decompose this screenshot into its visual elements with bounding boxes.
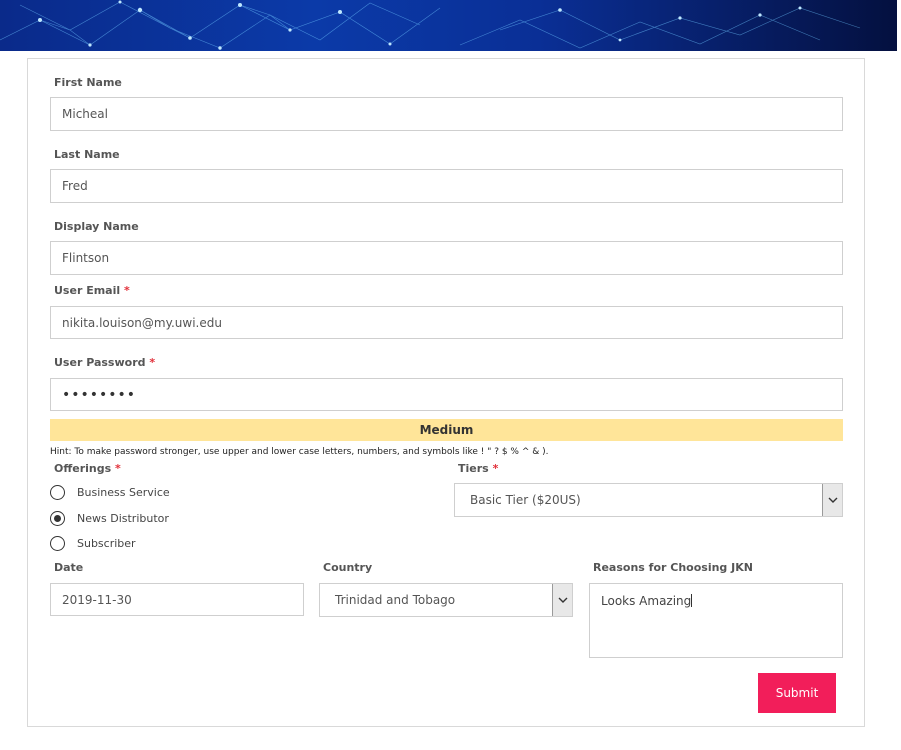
text-cursor bbox=[691, 594, 693, 607]
last-name-value: Fred bbox=[62, 179, 88, 193]
date-value: 2019-11-30 bbox=[62, 592, 132, 607]
reasons-label: Reasons for Choosing JKN bbox=[593, 561, 753, 574]
display-name-value: Flintson bbox=[62, 251, 110, 265]
first-name-label: First Name bbox=[54, 76, 122, 89]
country-label: Country bbox=[323, 561, 373, 574]
offerings-label: Offerings * bbox=[54, 462, 121, 475]
submit-button[interactable]: Submit bbox=[758, 673, 836, 713]
user-email-label: User Email * bbox=[54, 284, 130, 297]
chevron-down-icon bbox=[828, 497, 837, 503]
radio-subscriber[interactable] bbox=[50, 536, 65, 551]
password-strength-indicator: Medium bbox=[50, 419, 843, 441]
required-marker: * bbox=[115, 462, 121, 475]
radio-news-distributor[interactable] bbox=[50, 511, 65, 526]
tiers-selected-value: Basic Tier ($20US) bbox=[470, 493, 581, 507]
tiers-label: Tiers * bbox=[458, 462, 498, 475]
display-name-label: Display Name bbox=[54, 220, 139, 233]
user-email-value: nikita.louison@my.uwi.edu bbox=[62, 315, 222, 330]
user-password-label-text: User Password bbox=[54, 356, 146, 369]
user-password-input[interactable]: •••••••• bbox=[50, 378, 843, 411]
reasons-textarea[interactable]: Looks Amazing bbox=[589, 583, 843, 658]
display-name-input[interactable]: Flintson bbox=[50, 241, 843, 275]
password-hint: Hint: To make password stronger, use upp… bbox=[50, 447, 549, 457]
user-email-label-text: User Email bbox=[54, 284, 121, 297]
first-name-value: Micheal bbox=[62, 107, 108, 121]
user-email-input[interactable]: nikita.louison@my.uwi.edu bbox=[50, 306, 843, 339]
password-masked-value: •••••••• bbox=[62, 386, 137, 403]
date-label: Date bbox=[54, 561, 84, 574]
country-dropdown-button[interactable] bbox=[552, 584, 572, 616]
tiers-label-text: Tiers bbox=[458, 462, 489, 475]
header-banner bbox=[0, 0, 897, 51]
radio-label-business-service[interactable]: Business Service bbox=[77, 486, 170, 499]
tiers-select[interactable]: Basic Tier ($20US) bbox=[454, 483, 843, 517]
first-name-input[interactable]: Micheal bbox=[50, 97, 843, 131]
chevron-down-icon bbox=[558, 597, 567, 603]
required-marker: * bbox=[123, 284, 130, 297]
radio-business-service[interactable] bbox=[50, 485, 65, 500]
required-marker: * bbox=[492, 462, 499, 475]
network-pattern-graphic bbox=[0, 0, 861, 50]
country-select[interactable]: Trinidad and Tobago bbox=[319, 583, 573, 617]
user-password-label: User Password * bbox=[54, 356, 155, 369]
radio-label-news-distributor[interactable]: News Distributor bbox=[77, 512, 169, 525]
tiers-dropdown-button[interactable] bbox=[822, 484, 842, 516]
offerings-label-text: Offerings bbox=[54, 462, 112, 475]
country-selected-value: Trinidad and Tobago bbox=[335, 593, 456, 607]
required-marker: * bbox=[149, 356, 156, 369]
last-name-input[interactable]: Fred bbox=[50, 169, 843, 203]
reasons-value: Looks Amazing bbox=[601, 594, 692, 608]
last-name-label: Last Name bbox=[54, 148, 120, 161]
radio-label-subscriber[interactable]: Subscriber bbox=[77, 537, 136, 550]
date-input[interactable]: 2019-11-30 bbox=[50, 583, 304, 616]
